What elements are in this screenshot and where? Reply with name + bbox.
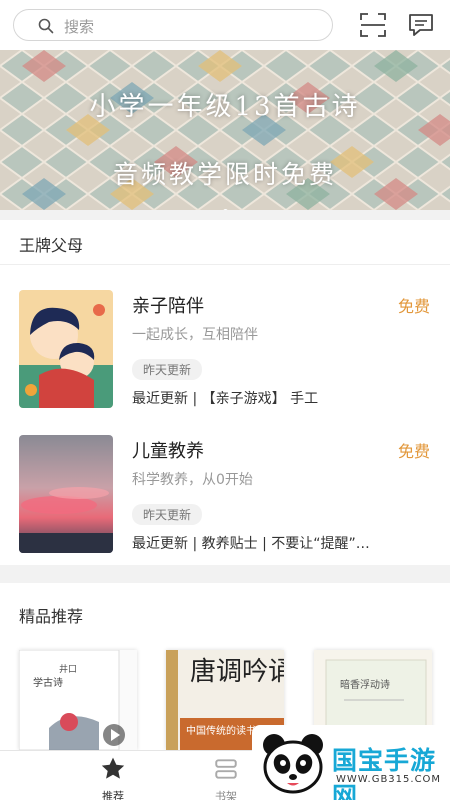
- item-latest: 最近更新 | 【亲子游戏】 手工: [132, 391, 319, 407]
- section-parents: 王牌父母 亲子陪伴 免费 一起成长，互相陪伴 昨天更新 最近更新 | 【亲子游戏…: [0, 220, 450, 565]
- search-input[interactable]: 搜索: [13, 9, 333, 41]
- cover-image: [19, 290, 113, 408]
- item-title: 亲子陪伴: [132, 296, 204, 317]
- scan-icon[interactable]: [360, 13, 386, 37]
- cover-image: [19, 435, 113, 553]
- list-item[interactable]: 亲子陪伴 免费 一起成长，互相陪伴 昨天更新 最近更新 | 【亲子游戏】 手工: [0, 280, 450, 420]
- book-title: 唐调吟诵: [190, 657, 284, 687]
- item-title: 儿童教养: [132, 441, 204, 462]
- watermark-url: WWW.GB315.COM: [336, 774, 442, 785]
- section-title: 精品推荐: [19, 607, 84, 626]
- item-latest: 最近更新 | 教养贴士 | 不要让“提醒”…: [132, 536, 370, 552]
- book-title: 暗香浮动诗: [340, 678, 390, 691]
- bookshelf-icon: [215, 759, 237, 779]
- book-subtitle: 中国传统的读书: [186, 724, 256, 737]
- item-price: 免费: [398, 297, 431, 316]
- watermark-text: 国宝手游网: [332, 746, 437, 800]
- update-badge: 昨天更新: [132, 504, 203, 525]
- book-card[interactable]: 井口 学古诗: [19, 650, 137, 750]
- update-badge: 昨天更新: [132, 359, 203, 380]
- top-bar: 搜索: [0, 0, 450, 50]
- book-top-text: 井口: [59, 663, 77, 675]
- banner-pager: [0, 199, 450, 210]
- item-subtitle: 科学教养，从0开始: [132, 472, 253, 488]
- search-placeholder: 搜索: [64, 18, 95, 36]
- banner-subtitle: 音频教学限时免费: [112, 160, 337, 189]
- banner-title: 小学一年级13首古诗: [89, 92, 361, 122]
- search-icon: [38, 18, 54, 34]
- promo-banner[interactable]: 小学一年级13首古诗 音频教学限时免费: [0, 50, 450, 210]
- tab-recommend[interactable]: 推荐: [63, 751, 163, 800]
- item-price: 免费: [398, 442, 431, 461]
- divider: [0, 264, 450, 265]
- book-title: 学古诗: [33, 676, 63, 689]
- section-title: 王牌父母: [19, 236, 84, 255]
- panda-logo-icon: [263, 734, 323, 794]
- star-icon: [101, 757, 125, 779]
- list-item[interactable]: 儿童教养 免费 科学教养，从0开始 昨天更新 最近更新 | 教养贴士 | 不要让…: [0, 425, 450, 565]
- message-icon[interactable]: [408, 12, 434, 38]
- tab-label: 推荐: [102, 790, 124, 800]
- item-subtitle: 一起成长，互相陪伴: [132, 327, 258, 343]
- site-watermark: 国宝手游网 WWW.GB315.COM: [252, 725, 450, 800]
- pager-dot: [222, 209, 228, 210]
